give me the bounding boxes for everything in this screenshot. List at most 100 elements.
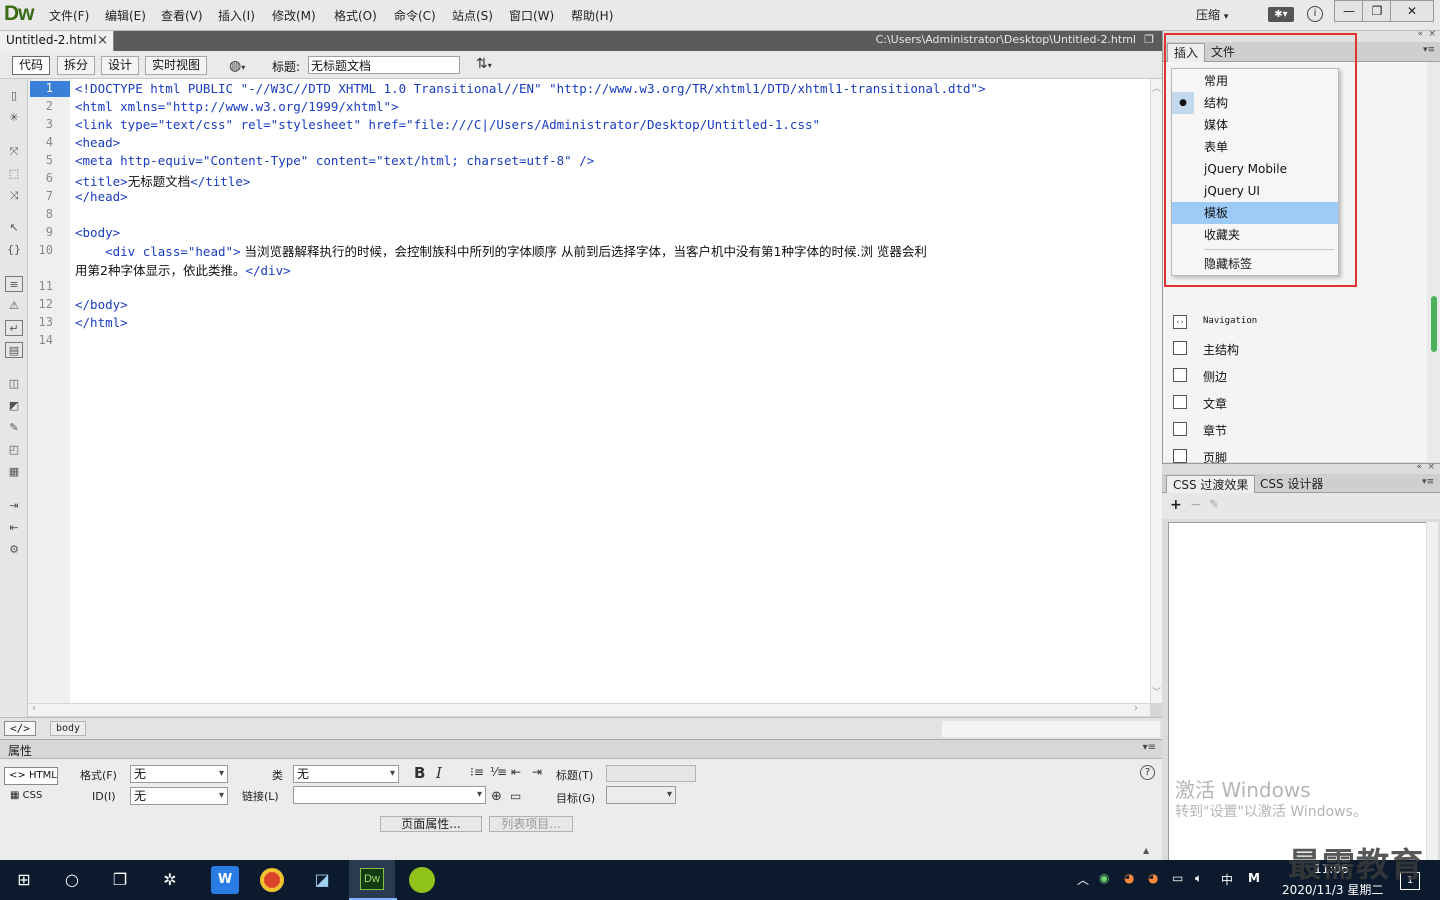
extensions-icon[interactable]: ✱▾ bbox=[1268, 7, 1294, 22]
task-view-icon[interactable]: ❐ bbox=[106, 866, 134, 894]
collapse-selection-icon[interactable]: ⬚ bbox=[5, 166, 23, 182]
menu-format[interactable]: 格式(O) bbox=[334, 7, 377, 24]
balance-braces-icon[interactable]: {} bbox=[5, 242, 23, 258]
panel-menu-icon[interactable]: ▾≡ bbox=[1422, 477, 1434, 487]
id-select[interactable]: 无 ▾ bbox=[130, 787, 228, 805]
indent-code-icon[interactable]: ⇥ bbox=[5, 498, 23, 514]
unordered-list-icon[interactable]: ⁝≡ bbox=[470, 765, 484, 779]
syntax-coloring-icon[interactable]: ▤ bbox=[5, 342, 23, 358]
app-icon[interactable]: ✲ bbox=[156, 866, 184, 894]
page-properties-button[interactable]: 页面属性... bbox=[380, 816, 482, 832]
collapse-icon[interactable]: « bbox=[1417, 29, 1423, 39]
code-icon[interactable]: </> bbox=[4, 721, 36, 736]
windows-start-icon[interactable]: ⊞ bbox=[10, 866, 38, 894]
expand-icon[interactable]: ▲ bbox=[1143, 846, 1149, 855]
target-select[interactable]: ▾ bbox=[606, 786, 676, 804]
edit-transition-icon[interactable]: ✎ bbox=[1209, 497, 1219, 511]
css-mode-button[interactable]: ▦ CSS bbox=[10, 790, 42, 801]
notepad-icon[interactable]: ◪ bbox=[308, 866, 336, 894]
panel-menu-icon[interactable]: ▾≡ bbox=[1143, 742, 1156, 753]
wrap-tag-icon[interactable]: ✎ bbox=[5, 420, 23, 436]
document-tab[interactable]: Untitled-2.html × bbox=[0, 31, 114, 51]
remove-transition-icon[interactable]: − bbox=[1190, 497, 1202, 513]
menu-file[interactable]: 文件(F) bbox=[49, 7, 89, 24]
search-icon[interactable]: ○ bbox=[58, 866, 86, 894]
outdent-code-icon[interactable]: ⇤ bbox=[5, 520, 23, 536]
bold-button[interactable]: B bbox=[414, 764, 425, 782]
class-select[interactable]: 无 ▾ bbox=[293, 765, 399, 783]
code-horizontal-scrollbar[interactable]: ‹ › bbox=[28, 703, 1150, 716]
code-view-button[interactable]: 代码 bbox=[12, 56, 51, 75]
collapse-icon[interactable]: « bbox=[1416, 462, 1422, 472]
close-panel-icon[interactable]: × bbox=[1428, 29, 1436, 39]
code-editor[interactable]: <!DOCTYPE html PUBLIC "-//W3C//DTD XHTML… bbox=[70, 79, 1150, 703]
info-icon[interactable]: i bbox=[1307, 6, 1323, 22]
list-item-button[interactable]: 列表项目... bbox=[489, 816, 573, 832]
title-field[interactable] bbox=[606, 765, 696, 782]
menu-command[interactable]: 命令(C) bbox=[394, 7, 436, 24]
menu-modify[interactable]: 修改(M) bbox=[272, 7, 316, 24]
menu-window[interactable]: 窗口(W) bbox=[509, 7, 554, 24]
css-scrollbar[interactable] bbox=[1426, 522, 1438, 861]
qq-icon-2[interactable]: ◕ bbox=[1148, 871, 1158, 885]
collapse-full-tag-icon[interactable]: ⤧ bbox=[5, 144, 23, 160]
code-vertical-scrollbar[interactable]: ︿ ﹀ bbox=[1150, 79, 1162, 703]
scroll-left-icon[interactable]: ‹ bbox=[32, 703, 36, 714]
globe-icon[interactable]: ◍▾ bbox=[229, 58, 245, 74]
live-view-button[interactable]: 实时视图 bbox=[145, 56, 208, 75]
chrome-icon[interactable] bbox=[260, 868, 284, 892]
line-numbers-icon[interactable]: ≡ bbox=[5, 276, 23, 292]
recent-snippets-icon[interactable]: ◰ bbox=[5, 442, 23, 458]
network-icon[interactable]: ▭ bbox=[1172, 871, 1183, 885]
workspace-switcher[interactable]: 压缩 ▾ bbox=[1196, 6, 1228, 23]
menu-help[interactable]: 帮助(H) bbox=[571, 7, 613, 24]
point-to-file-icon[interactable]: ⊕ bbox=[491, 789, 502, 804]
html-mode-button[interactable]: <> HTML bbox=[4, 767, 58, 785]
restore-doc-icon[interactable]: ❐ bbox=[1144, 33, 1154, 46]
ime-mode-indicator[interactable]: M bbox=[1248, 871, 1260, 885]
highlight-invalid-code-icon[interactable]: ⚠ bbox=[5, 298, 23, 314]
dreamweaver-taskbar-item[interactable]: Dw bbox=[349, 860, 397, 900]
show-code-navigator-icon[interactable]: ✳ bbox=[5, 110, 23, 126]
insert-panel-scrollbar[interactable] bbox=[1427, 62, 1440, 462]
restore-button[interactable]: ❐ bbox=[1362, 0, 1392, 22]
move-css-icon[interactable]: ▦ bbox=[5, 464, 23, 480]
tab-close-icon[interactable]: × bbox=[97, 31, 108, 50]
design-view-button[interactable]: 设计 bbox=[101, 56, 140, 75]
expand-all-icon[interactable]: ⤨ bbox=[5, 188, 23, 204]
open-documents-icon[interactable]: ▯ bbox=[5, 88, 23, 104]
scroll-down-icon[interactable]: ﹀ bbox=[1152, 685, 1161, 698]
close-button[interactable]: ✕ bbox=[1390, 0, 1434, 22]
volume-icon[interactable]: 🔈︎ bbox=[1195, 871, 1202, 886]
panel-menu-icon[interactable]: ▾≡ bbox=[1423, 45, 1435, 55]
folder-icon[interactable]: ▭ bbox=[510, 789, 521, 803]
close-panel-icon[interactable]: × bbox=[1427, 462, 1435, 472]
minimize-button[interactable]: — bbox=[1334, 0, 1364, 22]
italic-button[interactable]: I bbox=[436, 764, 442, 782]
file-management-icon[interactable]: ⇅▾ bbox=[476, 56, 492, 72]
help-icon[interactable]: ? bbox=[1140, 765, 1155, 780]
menu-site[interactable]: 站点(S) bbox=[452, 7, 493, 24]
tab-css-transitions[interactable]: CSS 过渡效果 bbox=[1166, 475, 1256, 494]
scroll-up-icon[interactable]: ︿ bbox=[1152, 81, 1161, 94]
show-hidden-icons[interactable]: ︿ bbox=[1077, 871, 1089, 888]
format-select[interactable]: 无 ▾ bbox=[130, 765, 228, 783]
add-transition-icon[interactable]: + bbox=[1170, 497, 1182, 513]
outdent-icon[interactable]: ⇤ bbox=[511, 765, 521, 779]
word-wrap-icon[interactable]: ↵ bbox=[5, 320, 23, 336]
wps-writer-icon[interactable]: W bbox=[211, 866, 239, 894]
indent-icon[interactable]: ⇥ bbox=[532, 765, 542, 779]
green-app-icon[interactable] bbox=[409, 867, 435, 893]
ime-indicator[interactable]: 中 bbox=[1221, 871, 1233, 888]
menu-edit[interactable]: 编辑(E) bbox=[105, 7, 146, 24]
wechat-icon[interactable]: ◉ bbox=[1099, 871, 1109, 885]
scroll-right-icon[interactable]: › bbox=[1134, 703, 1138, 714]
select-parent-tag-icon[interactable]: ↖ bbox=[5, 220, 23, 236]
apply-comment-icon[interactable]: ◫ bbox=[5, 376, 23, 392]
split-view-button[interactable]: 拆分 bbox=[57, 56, 96, 75]
remove-comment-icon[interactable]: ◩ bbox=[5, 398, 23, 414]
menu-view[interactable]: 查看(V) bbox=[161, 7, 203, 24]
link-input[interactable]: ▾ bbox=[293, 786, 486, 804]
ordered-list-icon[interactable]: ⅟≡ bbox=[490, 765, 507, 779]
tag-body[interactable]: body bbox=[50, 721, 87, 736]
